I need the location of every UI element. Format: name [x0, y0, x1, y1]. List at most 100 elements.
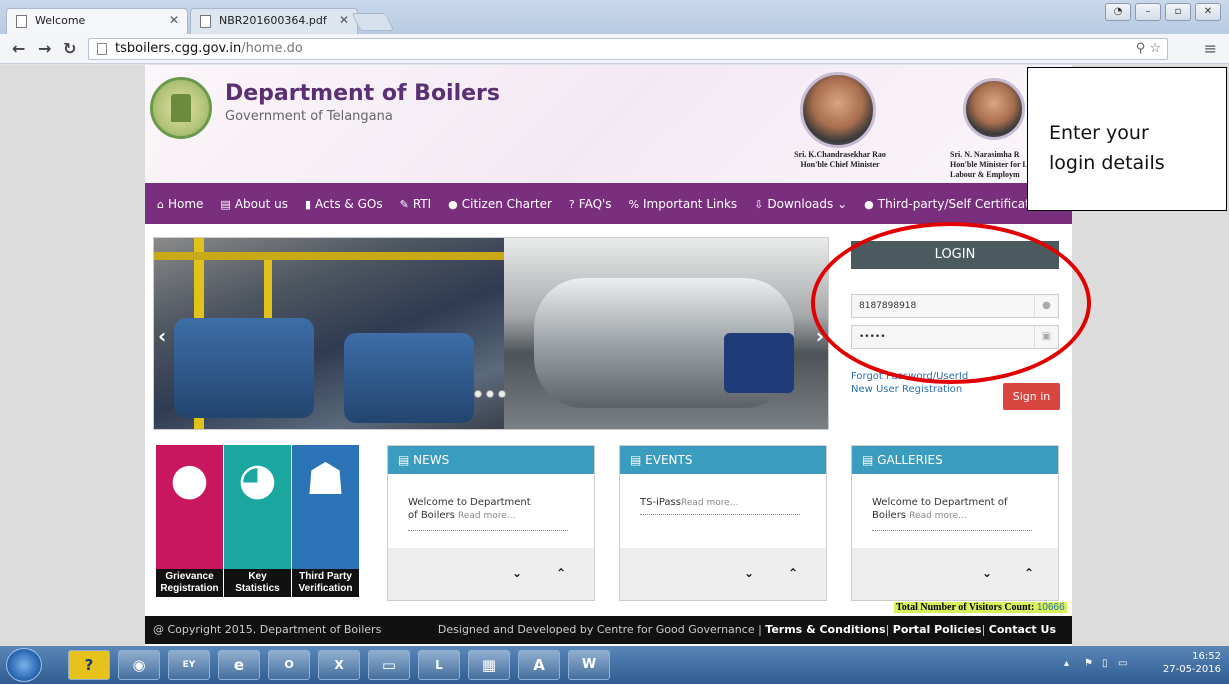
close-icon[interactable]: ✕ — [339, 13, 349, 27]
nav-icon: ● — [448, 197, 458, 211]
burner — [724, 333, 794, 393]
read-more-link[interactable]: Read more... — [458, 511, 515, 521]
system-clock[interactable]: 16:52 27-05-2016 — [1163, 650, 1221, 676]
clock-date: 27-05-2016 — [1162, 664, 1221, 675]
close-icon[interactable]: ✕ — [169, 13, 179, 27]
chevron-up-icon[interactable]: ⌃ — [788, 566, 798, 580]
carousel-dot[interactable] — [486, 390, 494, 398]
news-text: of Boilers — [408, 510, 455, 521]
network-icon[interactable]: ▭ — [1118, 658, 1127, 669]
divider — [872, 530, 1032, 531]
excel-icon[interactable]: X — [318, 650, 360, 680]
carousel-dot[interactable] — [498, 390, 506, 398]
chrome-icon[interactable]: ◉ — [118, 650, 160, 680]
image-carousel[interactable]: ‹ › — [153, 237, 829, 430]
forward-icon[interactable]: → — [38, 39, 51, 58]
chevron-left-icon[interactable]: ‹ — [158, 324, 166, 348]
nav-icon: % — [628, 197, 640, 211]
designed-by-text: Designed and Developed by Centre for Goo… — [437, 623, 762, 636]
sign-in-button[interactable]: Sign in — [1003, 383, 1060, 410]
project-icon[interactable]: ▦ — [468, 650, 510, 680]
dignitary-role: Hon'ble Chief Minister — [800, 160, 880, 169]
newspaper-icon: ▤ — [398, 453, 414, 467]
tray-arrow-icon[interactable]: ▴ — [1064, 658, 1069, 669]
tab-welcome[interactable]: Welcome ✕ — [6, 8, 188, 34]
new-user-registration-link[interactable]: New User Registration — [851, 384, 962, 395]
visitor-counter: Total Number of Visitors Count: 10666 — [894, 602, 1067, 613]
events-panel: ▤ EVENTS TS-iPassRead more... ⌄ ⌃ — [619, 445, 827, 601]
read-more-link[interactable]: Read more... — [909, 511, 966, 521]
menu-icon[interactable]: ≡ — [1204, 39, 1217, 58]
internet-explorer-icon[interactable]: e — [218, 650, 260, 680]
address-bar[interactable]: tsboilers.cgg.gov.in/home.do ⚲ ☆ — [88, 38, 1168, 60]
read-more-link[interactable]: Read more... — [681, 498, 738, 508]
lync-icon[interactable]: L — [418, 650, 460, 680]
word-icon[interactable]: W — [568, 650, 610, 680]
tab-pdf[interactable]: NBR201600364.pdf ✕ — [190, 8, 358, 34]
folder-icon[interactable]: ▭ — [368, 650, 410, 680]
visitor-count: 10666 — [1036, 602, 1065, 613]
chevron-down-icon[interactable]: ⌄ — [982, 566, 992, 580]
nav-item[interactable]: ⇩ Downloads ⌄ — [754, 197, 847, 211]
page-title: Department of Boilers — [225, 81, 500, 106]
nav-icon: ⌂ — [157, 197, 164, 211]
nav-icon: ▤ — [220, 197, 231, 211]
annotation-text: login details — [1049, 152, 1165, 174]
maximize-button[interactable]: ▫ — [1165, 3, 1191, 21]
start-button[interactable] — [6, 648, 42, 682]
chevron-down-icon[interactable]: ⌄ — [512, 566, 522, 580]
zoom-star-icons[interactable]: ⚲ ☆ — [1136, 41, 1161, 56]
ey-discover-icon[interactable]: EY — [168, 650, 210, 680]
carousel-dot[interactable] — [474, 390, 482, 398]
reload-icon[interactable]: ↻ — [63, 39, 76, 58]
contact-us-link[interactable]: Contact Us — [989, 623, 1056, 636]
boiler-photo — [504, 238, 828, 429]
battery-icon[interactable]: ▯ — [1102, 658, 1108, 669]
newspaper-icon: ▤ — [630, 453, 646, 467]
divider — [408, 530, 568, 531]
flag-icon[interactable]: ⚑ — [1084, 658, 1093, 669]
nav-icon: ✎ — [399, 197, 409, 211]
terms-link[interactable]: Terms & Conditions — [765, 623, 885, 636]
chevron-down-icon[interactable]: ⌄ — [744, 566, 754, 580]
panel-body: Welcome to Department of Boilers Read mo… — [388, 474, 594, 548]
main-navigation: ⌂ Home ▤ About us ▮ Acts & GOs ✎ RTI ● Citizen Ch… — [145, 183, 1072, 224]
user-icon[interactable]: ◔ — [1105, 3, 1131, 21]
browser-toolbar: ← → ↻ tsboilers.cgg.gov.in/home.do ⚲ ☆ ≡ — [0, 34, 1229, 64]
nav-item[interactable]: ⌂ Home — [157, 197, 203, 211]
nav-item[interactable]: ▮ Acts & GOs — [305, 197, 383, 211]
panel-footer: ⌄ ⌃ — [620, 548, 826, 600]
page-icon — [16, 15, 27, 28]
chevron-up-icon[interactable]: ⌃ — [1024, 566, 1034, 580]
avatar — [800, 72, 876, 148]
galleries-panel: ▤ GALLERIES Welcome to Department of Boi… — [851, 445, 1059, 601]
tile-label-line: Statistics — [235, 583, 280, 594]
nav-item[interactable]: ? FAQ's — [569, 197, 612, 211]
pipe — [154, 252, 504, 260]
new-tab-button[interactable] — [351, 13, 395, 31]
gallery-text: Welcome to Department of — [872, 497, 1008, 508]
nav-item[interactable]: ✎ RTI — [400, 197, 432, 211]
grievance-registration-tile[interactable]: ● Grievance Registration — [156, 445, 223, 597]
tile-label-line: Key — [248, 571, 267, 582]
chevron-up-icon[interactable]: ⌃ — [556, 566, 566, 580]
visitor-label: Total Number of Visitors Count: — [896, 602, 1035, 613]
outlook-icon[interactable]: O — [268, 650, 310, 680]
close-window-button[interactable]: ✕ — [1195, 3, 1221, 21]
tab-label: Welcome — [35, 14, 86, 27]
minimize-button[interactable]: – — [1135, 3, 1161, 21]
acrobat-icon[interactable]: A — [518, 650, 560, 680]
url-path: /home.do — [241, 41, 303, 56]
portal-policies-link[interactable]: Portal Policies — [893, 623, 982, 636]
windows-taskbar: ? ◉ EY e O X ▭ L ▦ A W ▴ ⚑ ▯ ▭ 16:52 27-… — [0, 646, 1229, 684]
key-statistics-tile[interactable]: ◕ Key Statistics — [224, 445, 291, 597]
user-icon: ● — [170, 454, 209, 505]
help-icon[interactable]: ? — [68, 650, 110, 680]
nav-item[interactable]: % Important Links — [629, 197, 738, 211]
back-icon[interactable]: ← — [12, 39, 25, 58]
nav-item[interactable]: ● Citizen Charter — [448, 197, 552, 211]
third-party-verification-tile[interactable]: ☗ Third Party Verification — [292, 445, 359, 597]
boiler-shape — [174, 318, 314, 418]
nav-item[interactable]: ▤ About us — [220, 197, 288, 211]
tile-label-line: Grievance — [165, 571, 214, 582]
